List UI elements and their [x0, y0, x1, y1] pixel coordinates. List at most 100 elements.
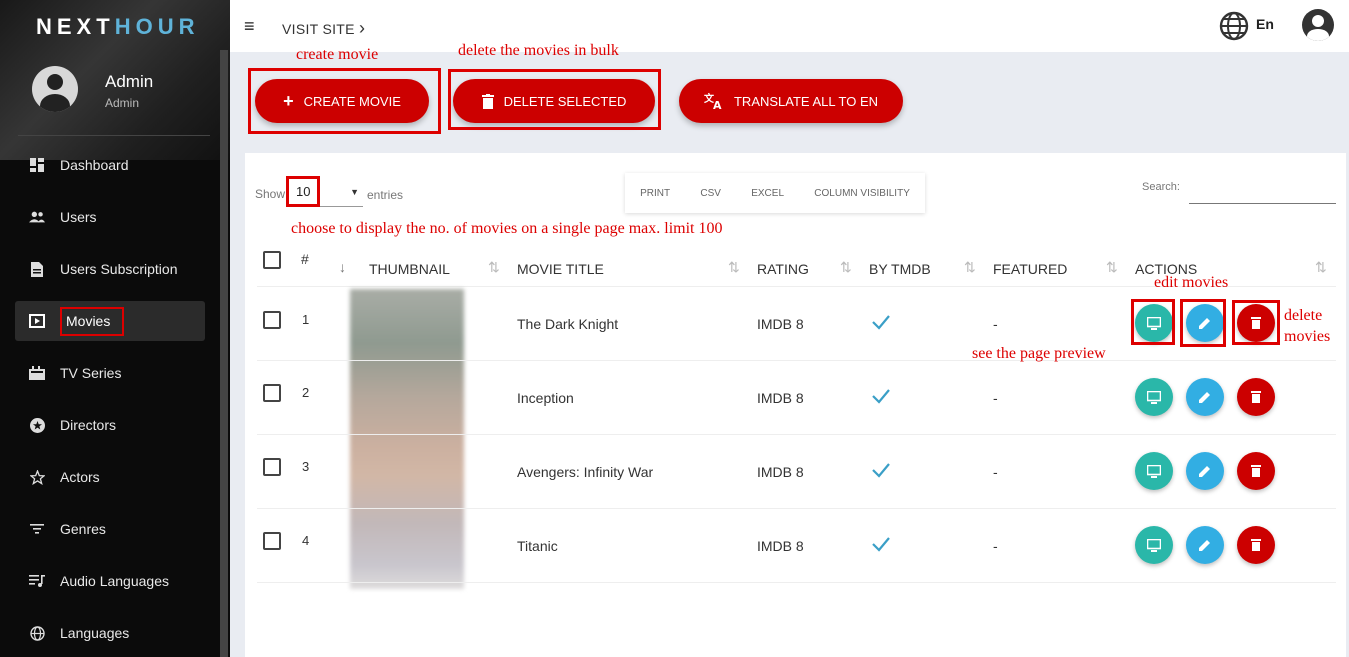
- column-visibility-button[interactable]: COLUMN VISIBILITY: [814, 188, 910, 199]
- row-number: 3: [302, 459, 310, 474]
- sidebar-item-users-subscription[interactable]: Users Subscription: [15, 249, 205, 289]
- print-button[interactable]: PRINT: [640, 188, 670, 199]
- sort-icon[interactable]: ⇅: [488, 259, 500, 276]
- sort-icon[interactable]: ⇅: [840, 259, 852, 276]
- featured-value: -: [993, 390, 998, 406]
- sidebar-scrollbar[interactable]: [220, 50, 228, 657]
- select-all-checkbox[interactable]: [263, 251, 281, 269]
- user-role: Admin: [105, 96, 140, 110]
- edit-button[interactable]: [1186, 452, 1224, 490]
- avatar: [32, 66, 78, 112]
- users-icon: [29, 209, 45, 225]
- monitor-icon: [1147, 538, 1161, 552]
- globe-icon[interactable]: [1218, 10, 1250, 42]
- annotation-preview: see the page preview: [972, 345, 1106, 362]
- delete-button[interactable]: [1237, 452, 1275, 490]
- column-header-rating[interactable]: RATING: [757, 261, 809, 277]
- export-toolbar: PRINT CSV EXCEL COLUMN VISIBILITY: [625, 173, 925, 213]
- sidebar-item-label: Users Subscription: [60, 261, 178, 277]
- trash-icon: [1251, 391, 1261, 403]
- sidebar-item-directors[interactable]: Directors: [15, 405, 205, 445]
- sidebar-item-tv-series[interactable]: TV Series: [15, 353, 205, 393]
- annotation-delete-line2: movies: [1284, 328, 1331, 345]
- delete-button[interactable]: [1237, 378, 1275, 416]
- row-divider: [257, 582, 1336, 583]
- dropdown-arrow-icon: ▼: [350, 187, 359, 197]
- excel-button[interactable]: EXCEL: [751, 188, 784, 199]
- sidebar-item-genres[interactable]: Genres: [15, 509, 205, 549]
- account-icon[interactable]: [1302, 9, 1334, 41]
- sidebar-item-label: Dashboard: [60, 157, 129, 173]
- column-header-by-tmdb[interactable]: BY TMDB: [869, 261, 931, 277]
- sort-icon[interactable]: ⇅: [1106, 259, 1118, 276]
- csv-button[interactable]: CSV: [700, 188, 721, 199]
- movie-rating: IMDB 8: [757, 538, 804, 554]
- star-circle-icon: [29, 417, 45, 433]
- playlist-icon: [29, 573, 45, 589]
- column-header-title[interactable]: MOVIE TITLE: [517, 261, 604, 277]
- language-selector[interactable]: En: [1256, 16, 1274, 32]
- row-checkbox[interactable]: [263, 384, 281, 402]
- annotation-create: create movie: [296, 46, 379, 63]
- sidebar-item-label: Audio Languages: [60, 573, 169, 589]
- pencil-icon: [1199, 466, 1210, 477]
- sidebar-item-movies[interactable]: Movies: [15, 301, 205, 341]
- sort-desc-icon[interactable]: ↓: [339, 259, 346, 275]
- sidebar: NEXTHOUR Admin Admin Dashboard Users Use…: [0, 0, 230, 657]
- user-profile: Admin Admin: [32, 66, 153, 112]
- show-label: Show: [255, 187, 286, 201]
- pencil-icon: [1199, 392, 1210, 403]
- visit-site-link[interactable]: VISIT SITE ›: [282, 18, 365, 39]
- sort-icon[interactable]: ⇅: [964, 259, 976, 276]
- preview-button[interactable]: [1135, 452, 1173, 490]
- preview-button[interactable]: [1135, 526, 1173, 564]
- logo[interactable]: NEXTHOUR: [36, 14, 199, 40]
- preview-button[interactable]: [1135, 378, 1173, 416]
- row-divider: [257, 434, 1336, 435]
- top-bar: ≡ VISIT SITE › En: [230, 0, 1349, 52]
- divider: [18, 135, 210, 136]
- column-header-number[interactable]: #: [301, 251, 309, 267]
- trash-icon: [1251, 465, 1261, 477]
- sidebar-item-users[interactable]: Users: [15, 197, 205, 237]
- dashboard-icon: [29, 157, 45, 173]
- annotation-box-create: [248, 68, 441, 134]
- check-icon: [872, 463, 890, 478]
- sort-icon[interactable]: ⇅: [1315, 259, 1327, 276]
- sidebar-item-dashboard[interactable]: Dashboard: [15, 145, 205, 185]
- annotation-page-size: choose to display the no. of movies on a…: [291, 220, 723, 237]
- edit-button[interactable]: [1186, 526, 1224, 564]
- row-checkbox[interactable]: [263, 532, 281, 550]
- annotation-edit: edit movies: [1154, 274, 1229, 291]
- pencil-icon: [1199, 540, 1210, 551]
- row-checkbox[interactable]: [263, 311, 281, 329]
- sidebar-item-languages[interactable]: Languages: [15, 613, 205, 653]
- sidebar-item-actors[interactable]: Actors: [15, 457, 205, 497]
- star-icon: [29, 469, 45, 485]
- annotation-box-edit: [1180, 299, 1226, 347]
- sidebar-nav: Dashboard Users Users Subscription Movie…: [15, 145, 205, 657]
- featured-value: -: [993, 464, 998, 480]
- delete-button[interactable]: [1237, 526, 1275, 564]
- column-header-featured[interactable]: FEATURED: [993, 261, 1067, 277]
- featured-value: -: [993, 316, 998, 332]
- annotation-box-delete: [1232, 300, 1280, 345]
- row-checkbox[interactable]: [263, 458, 281, 476]
- edit-button[interactable]: [1186, 378, 1224, 416]
- sidebar-item-label: Directors: [60, 417, 117, 433]
- translate-all-button[interactable]: 文A TRANSLATE ALL TO EN: [679, 79, 903, 123]
- sidebar-item-label: Actors: [60, 469, 100, 485]
- column-header-thumbnail[interactable]: THUMBNAIL: [369, 261, 450, 277]
- thumbnail-images: [350, 289, 464, 589]
- row-number: 2: [302, 385, 310, 400]
- sidebar-item-label: Genres: [60, 521, 106, 537]
- row-number: 4: [302, 533, 310, 548]
- annotation-box-page-size: [286, 176, 320, 207]
- sort-icon[interactable]: ⇅: [728, 259, 740, 276]
- globe-icon: [29, 625, 45, 641]
- sidebar-item-audio-languages[interactable]: Audio Languages: [15, 561, 205, 601]
- chevron-right-icon: ›: [358, 18, 366, 38]
- menu-icon[interactable]: ≡: [244, 16, 255, 37]
- movie-icon: [29, 313, 45, 329]
- search-input[interactable]: [1189, 178, 1336, 204]
